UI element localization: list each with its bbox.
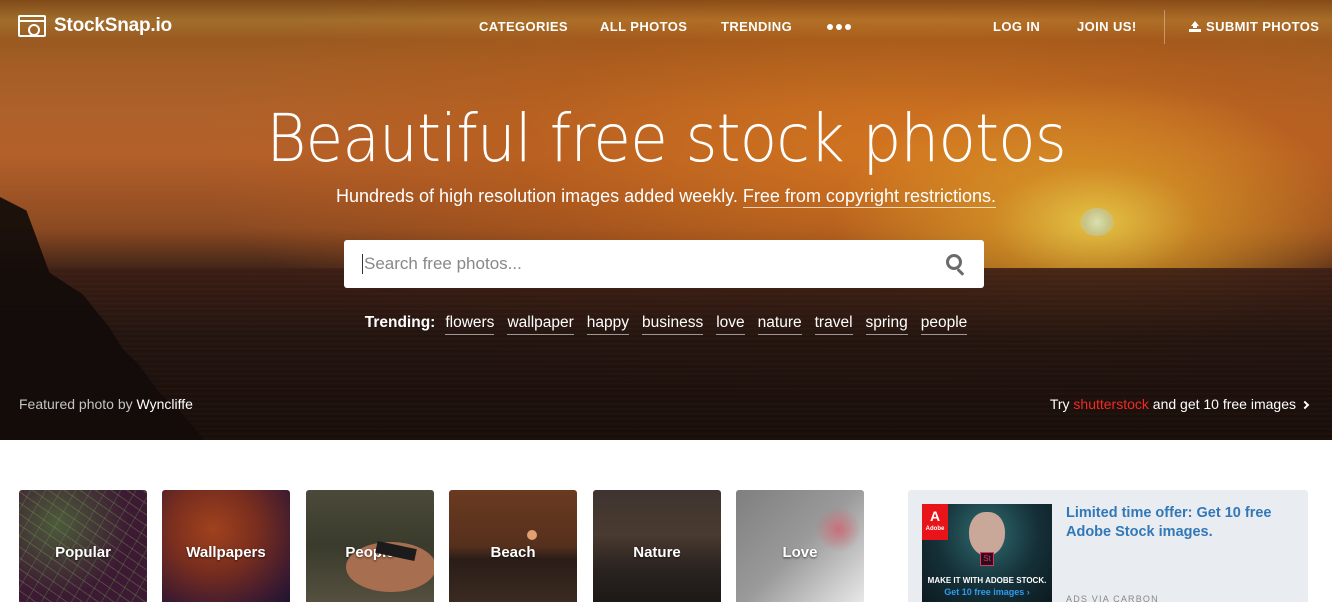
category-label: People [345, 544, 395, 561]
ellipsis-icon [845, 24, 851, 30]
trending-tag[interactable]: spring [865, 314, 908, 335]
hero-banner: StockSnap.io CATEGORIES ALL PHOTOS TREND… [0, 0, 1332, 440]
adobe-stock-badge: St [980, 552, 994, 566]
page-headline: Beautiful free stock photos [266, 100, 1066, 177]
featured-credit: Featured photo by Wyncliffe [19, 396, 193, 412]
category-tile-nature[interactable]: Nature [593, 490, 721, 602]
chevron-right-icon [1300, 400, 1310, 410]
search-box [344, 240, 984, 288]
ads-via-carbon-link[interactable]: ADS VIA CARBON [1066, 594, 1159, 604]
hero-subline: Hundreds of high resolution images added… [0, 186, 1332, 208]
promo-suffix: and get 10 free images [1152, 396, 1296, 412]
category-tile-people[interactable]: People [306, 490, 434, 602]
copyright-link[interactable]: Free from copyright restrictions. [742, 186, 996, 208]
category-label: Wallpapers [186, 544, 266, 561]
nav-trending[interactable]: TRENDING [721, 19, 792, 34]
hero-sea [0, 268, 1332, 440]
featured-prefix: Featured photo by [19, 396, 133, 412]
logo-text: StockSnap.io [54, 15, 172, 36]
adobe-logo: Adobe [922, 504, 948, 540]
category-tile-beach[interactable]: Beach [449, 490, 577, 602]
category-label: Love [782, 544, 818, 561]
category-tile-popular[interactable]: Popular [19, 490, 147, 602]
ad-image-cta: Get 10 free images › [944, 587, 1030, 597]
featured-author-link[interactable]: Wyncliffe [137, 396, 193, 412]
upload-icon [1189, 21, 1201, 32]
hero-sun [1080, 208, 1114, 236]
promo-prefix: Try [1049, 396, 1070, 412]
search-input[interactable] [362, 254, 922, 274]
nav-categories[interactable]: CATEGORIES [479, 19, 568, 34]
more-menu-button[interactable] [827, 24, 851, 30]
top-nav: StockSnap.io CATEGORIES ALL PHOTOS TREND… [0, 0, 1332, 54]
category-label: Popular [55, 544, 111, 561]
trending-tag[interactable]: flowers [445, 314, 495, 335]
logo-link[interactable]: StockSnap.io [18, 15, 172, 37]
ellipsis-icon [827, 24, 833, 30]
category-tile-wallpapers[interactable]: Wallpapers [162, 490, 290, 602]
trending-tag[interactable]: business [642, 314, 704, 335]
trending-tag[interactable]: nature [757, 314, 802, 335]
shutterstock-promo-link[interactable]: Try shutterstock and get 10 free images [1049, 396, 1310, 412]
ad-image-caption: MAKE IT WITH ADOBE STOCK. [927, 576, 1047, 585]
camera-icon [18, 15, 46, 37]
shutterstock-logo: shutterstock [1073, 396, 1149, 412]
join-link[interactable]: JOIN US! [1077, 19, 1137, 34]
ad-image[interactable]: Adobe St MAKE IT WITH ADOBE STOCK. Get 1… [922, 504, 1052, 602]
category-label: Beach [490, 544, 536, 561]
category-tile-love[interactable]: Love [736, 490, 864, 602]
login-link[interactable]: LOG IN [993, 19, 1040, 34]
trending-tag[interactable]: wallpaper [507, 314, 574, 335]
ad-model-image [969, 512, 1005, 556]
nav-divider [1164, 10, 1165, 44]
trending-tag[interactable]: love [716, 314, 745, 335]
search-icon[interactable] [946, 254, 966, 276]
trending-tags: Trending: flowers wallpaper happy busine… [0, 314, 1332, 335]
submit-photos-label: SUBMIT PHOTOS [1206, 19, 1320, 34]
carbon-ad: Adobe St MAKE IT WITH ADOBE STOCK. Get 1… [908, 490, 1308, 604]
nav-all-photos[interactable]: ALL PHOTOS [600, 19, 687, 34]
ad-text-link[interactable]: Limited time offer: Get 10 free Adobe St… [1066, 504, 1286, 542]
category-label: Nature [633, 544, 681, 561]
trending-tag[interactable]: people [920, 314, 968, 335]
ellipsis-icon [836, 24, 842, 30]
trending-tag[interactable]: happy [586, 314, 630, 335]
trending-label: Trending: [364, 314, 436, 331]
subline-text: Hundreds of high resolution images added… [336, 186, 738, 206]
submit-photos-button[interactable]: SUBMIT PHOTOS [1189, 19, 1319, 34]
trending-tag[interactable]: travel [814, 314, 853, 335]
